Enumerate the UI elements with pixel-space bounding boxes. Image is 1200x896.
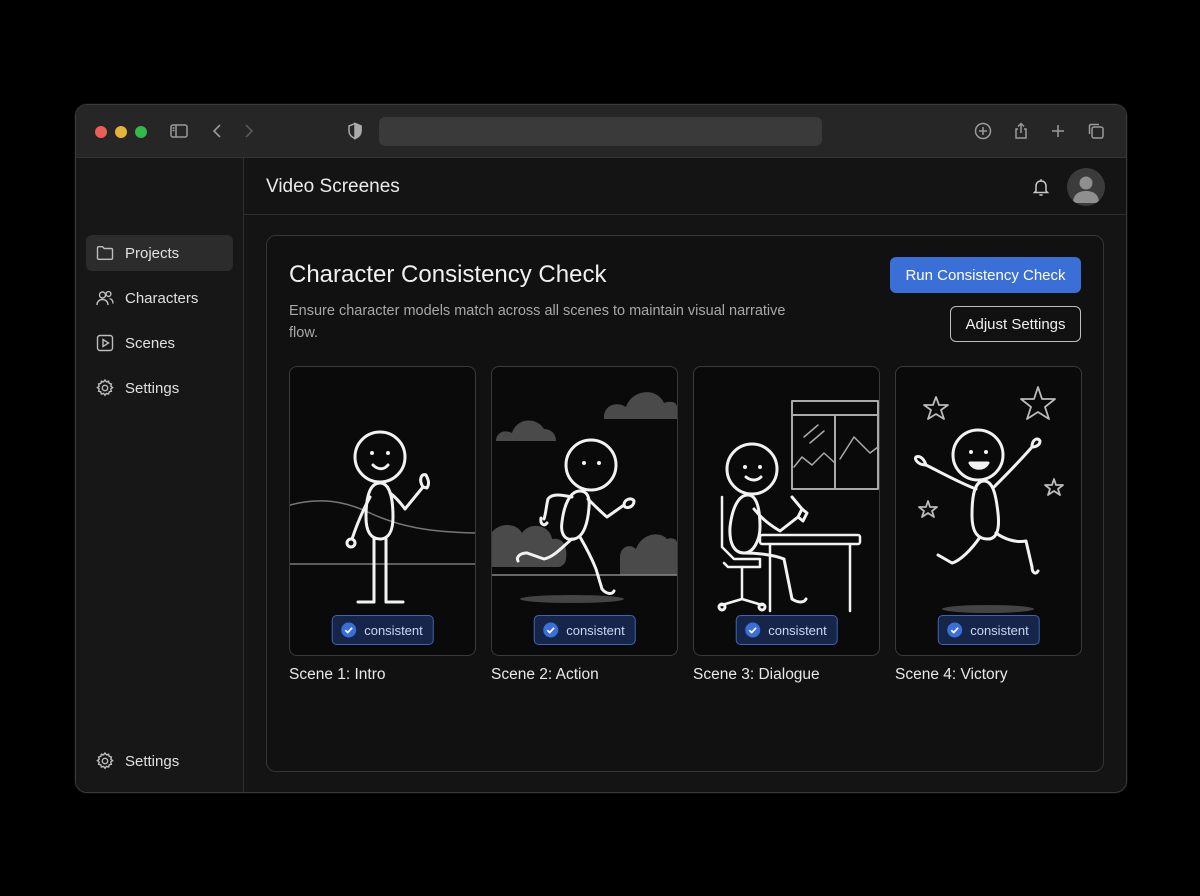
gear-icon <box>96 751 114 770</box>
check-circle-icon <box>340 622 356 638</box>
consistency-check-card: Character Consistency Check Ensure chara… <box>266 235 1104 772</box>
back-icon[interactable] <box>205 119 229 143</box>
sidebar: Projects Characters Scenes Settings Sett… <box>76 158 244 792</box>
browser-toolbar <box>76 105 1126 158</box>
adjust-settings-button[interactable]: Adjust Settings <box>950 306 1081 342</box>
run-consistency-check-button[interactable]: Run Consistency Check <box>890 257 1081 293</box>
share-icon[interactable] <box>1009 119 1033 143</box>
sidebar-item-characters[interactable]: Characters <box>86 280 233 316</box>
check-circle-icon <box>946 622 962 638</box>
scene-intro-illustration <box>290 430 475 604</box>
forward-icon[interactable] <box>237 119 261 143</box>
sidebar-item-label: Scenes <box>125 334 176 352</box>
minimize-window-button[interactable] <box>115 126 127 138</box>
download-icon[interactable] <box>971 119 995 143</box>
status-badge: consistent <box>331 615 434 645</box>
status-badge: consistent <box>735 615 838 645</box>
scene-card-action[interactable]: consistent <box>491 366 678 656</box>
scene-label: Scene 2: Action <box>491 666 599 683</box>
badge-label: consistent <box>970 622 1029 638</box>
new-tab-icon[interactable] <box>1046 119 1070 143</box>
sidebar-item-label: Settings <box>125 379 180 397</box>
check-circle-icon <box>744 622 760 638</box>
app-header: Video Screenes <box>244 158 1126 215</box>
scene-card-dialogue[interactable]: consistent <box>693 366 880 656</box>
app-title: Video Screenes <box>266 176 400 197</box>
avatar[interactable] <box>1067 168 1105 206</box>
sidebar-item-label: Characters <box>125 289 199 307</box>
tabs-overview-icon[interactable] <box>1084 119 1108 143</box>
sidebar-toggle-icon[interactable] <box>167 119 191 143</box>
browser-window: Projects Characters Scenes Settings Sett… <box>75 104 1127 793</box>
scene-victory-illustration <box>914 386 1064 613</box>
scene-label: Scene 1: Intro <box>289 666 386 683</box>
sidebar-footer-settings[interactable]: Settings <box>86 743 233 779</box>
check-circle-icon <box>542 622 558 638</box>
folder-icon <box>96 246 114 260</box>
users-icon <box>96 290 114 306</box>
sidebar-footer-label: Settings <box>125 752 180 770</box>
maximize-window-button[interactable] <box>135 126 147 138</box>
shield-icon[interactable] <box>343 119 367 143</box>
sidebar-item-projects[interactable]: Projects <box>86 235 233 271</box>
badge-label: consistent <box>566 622 625 638</box>
play-icon <box>96 334 114 352</box>
badge-label: consistent <box>364 622 423 638</box>
address-bar[interactable] <box>379 117 822 146</box>
scene-dialogue-illustration <box>717 400 879 613</box>
sidebar-item-settings[interactable]: Settings <box>86 370 233 406</box>
gear-icon <box>96 378 114 397</box>
badge-label: consistent <box>768 622 827 638</box>
page-title: Character Consistency Check <box>289 261 607 288</box>
bell-icon[interactable] <box>1030 176 1052 198</box>
scene-label: Scene 3: Dialogue <box>693 666 820 683</box>
page-description: Ensure character models match across all… <box>289 303 786 341</box>
sidebar-item-scenes[interactable]: Scenes <box>86 325 233 361</box>
sidebar-item-label: Projects <box>125 244 180 262</box>
status-badge: consistent <box>533 615 636 645</box>
scene-action-illustration <box>492 392 677 603</box>
scene-label: Scene 4: Victory <box>895 666 1008 683</box>
scene-card-intro[interactable]: consistent <box>289 366 476 656</box>
close-window-button[interactable] <box>95 126 107 138</box>
scene-card-victory[interactable]: consistent <box>895 366 1082 656</box>
status-badge: consistent <box>937 615 1040 645</box>
